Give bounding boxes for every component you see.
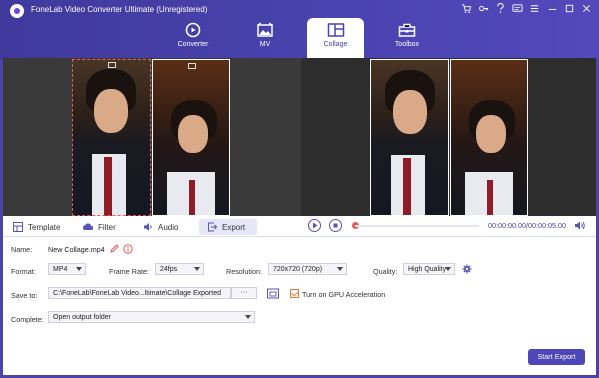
audio-icon xyxy=(144,223,152,231)
filter-icon xyxy=(83,223,93,230)
tab-collage[interactable]: Collage xyxy=(307,18,364,60)
collage-icon xyxy=(327,23,344,37)
name-label: Name: xyxy=(11,245,33,254)
browse-button[interactable]: ··· xyxy=(231,287,257,299)
resolution-label: Resolution: xyxy=(226,267,262,276)
minimize-icon[interactable] xyxy=(546,3,558,15)
app-window: FoneLab Video Converter Ultimate (Unregi… xyxy=(0,0,599,378)
editor-control-bar: Template Filter Audio Export 00:00:00.00… xyxy=(3,216,596,237)
window-title: FoneLab Video Converter Ultimate (Unregi… xyxy=(31,5,208,14)
gpu-checkbox[interactable] xyxy=(290,289,299,298)
settings-gear-icon[interactable] xyxy=(462,264,472,274)
saveto-label: Save to: xyxy=(11,291,38,300)
time-display: 00:00:00.00/00:00:05.00 xyxy=(488,221,566,230)
format-select[interactable]: MP4 xyxy=(48,263,86,275)
volume-icon[interactable] xyxy=(574,220,585,231)
tab-toolbox[interactable]: Toolbox xyxy=(377,18,437,58)
key-icon[interactable] xyxy=(477,3,489,15)
open-folder-icon[interactable] xyxy=(267,288,279,299)
complete-label: Complete: xyxy=(11,315,44,324)
selected-cell-border xyxy=(72,59,151,216)
converter-icon xyxy=(185,22,201,38)
feedback-icon[interactable] xyxy=(511,3,523,15)
quality-select[interactable]: High Quality xyxy=(403,263,455,275)
saveto-path-field[interactable]: C:\FoneLab\FoneLab Video...ltimate\Colla… xyxy=(48,287,231,299)
edit-icon[interactable] xyxy=(110,244,119,253)
cart-icon[interactable] xyxy=(460,3,472,15)
gpu-label: Turn on GPU Acceleration xyxy=(302,290,386,299)
tab-filter[interactable]: Filter xyxy=(83,219,116,235)
image-icon[interactable] xyxy=(188,63,196,69)
resolution-select[interactable]: 720x720 (720p) xyxy=(268,263,347,275)
tab-audio[interactable]: Audio xyxy=(143,219,178,235)
format-label: Format: xyxy=(11,267,36,276)
close-icon[interactable] xyxy=(580,3,592,15)
preview-cell-2 xyxy=(450,59,528,216)
menu-icon[interactable] xyxy=(528,3,540,15)
start-export-button[interactable]: Start Export xyxy=(528,349,585,365)
tab-mv[interactable]: MV xyxy=(235,18,295,58)
quality-label: Quality: xyxy=(373,267,398,276)
name-value: New Collage.mp4 xyxy=(48,245,105,254)
info-icon[interactable] xyxy=(123,244,133,254)
stop-button[interactable] xyxy=(329,219,342,232)
progress-bar[interactable] xyxy=(355,225,479,227)
tab-template[interactable]: Template xyxy=(13,219,60,235)
template-icon xyxy=(13,222,23,232)
collage-editor-canvas[interactable] xyxy=(3,58,301,216)
collage-preview-output xyxy=(301,58,596,216)
export-settings-panel: Name: New Collage.mp4 Format: MP4 Frame … xyxy=(3,237,596,375)
app-logo-icon xyxy=(10,4,24,18)
preview-area xyxy=(3,58,596,216)
collage-cell-1[interactable] xyxy=(72,59,151,216)
tab-export[interactable]: Export xyxy=(199,219,257,235)
tab-converter[interactable]: Converter xyxy=(163,18,223,58)
complete-select[interactable]: Open output folder xyxy=(48,311,255,323)
framerate-select[interactable]: 24fps xyxy=(155,263,204,275)
play-button[interactable] xyxy=(308,219,321,232)
maximize-icon[interactable] xyxy=(563,3,575,15)
framerate-label: Frame Rate: xyxy=(109,267,149,276)
title-bar: FoneLab Video Converter Ultimate (Unregi… xyxy=(0,0,599,60)
preview-cell-1 xyxy=(370,59,449,216)
mv-icon xyxy=(257,22,273,37)
help-icon[interactable] xyxy=(494,3,506,15)
export-icon xyxy=(208,222,217,232)
toolbox-icon xyxy=(398,23,416,37)
collage-cell-2[interactable] xyxy=(152,59,230,216)
